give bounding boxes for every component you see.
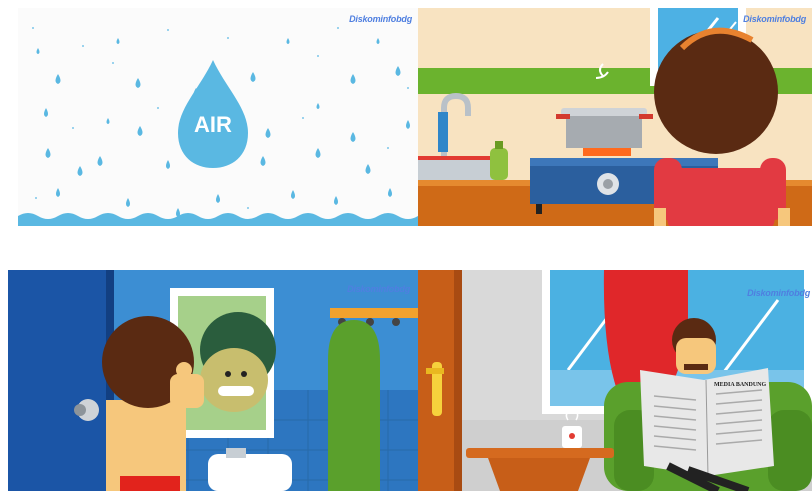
dish-soap-bottle [490,148,508,180]
watermark: Diskominfobdg [349,14,412,24]
towel-rail [330,308,418,318]
bathroom-door [8,270,112,491]
coffee-table [466,448,614,458]
watermark: Diskominfobdg [743,14,806,24]
watermark: Diskominfobdg [347,284,410,294]
newspaper-masthead: MEDIA BANDUNG [714,382,767,388]
living-room-scene [418,270,812,491]
water-wave [18,213,418,226]
woman-dress [667,168,775,226]
panel-newspaper: MEDIA BANDUNG Diskominfobdg [418,270,812,491]
woman-hair [654,30,778,154]
stove-flame [583,148,631,156]
panel-kitchen: Diskominfobdg [418,8,812,226]
air-label: AIR [194,112,232,137]
bathroom-sink [208,454,292,491]
green-towel [328,320,380,491]
sink [418,158,498,180]
panel-rain-air: AIR Diskominfobdg [18,8,418,226]
kitchen-scene [418,8,812,226]
panel-bathroom: Diskominfobdg [8,270,418,491]
bathroom-scene [8,270,418,491]
cooking-pot [566,112,642,148]
watermark: Diskominfobdg [747,288,810,298]
